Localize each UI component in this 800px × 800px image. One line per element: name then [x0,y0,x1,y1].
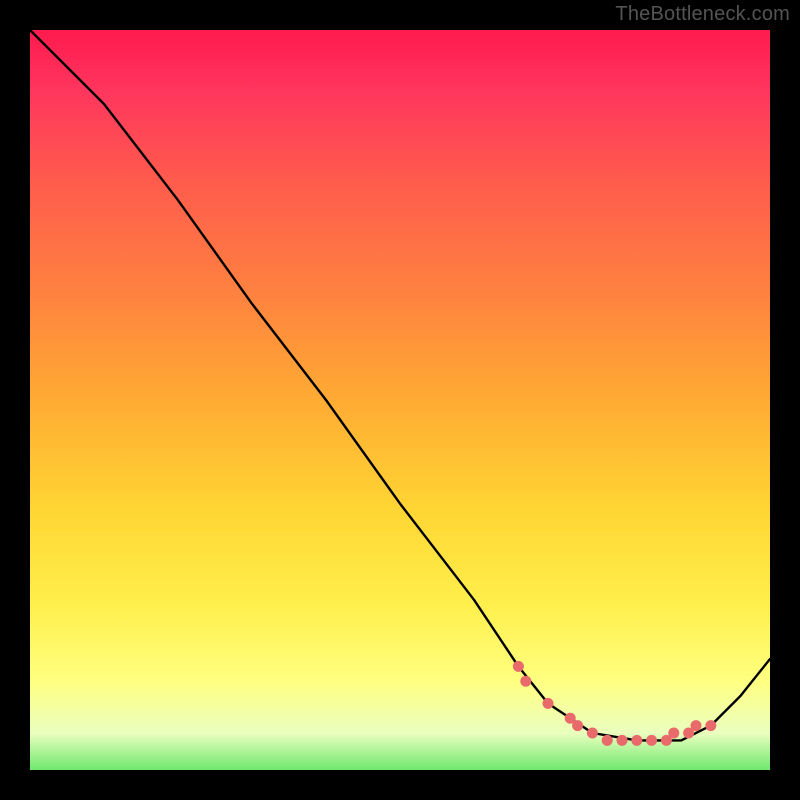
marker-dot [646,735,657,746]
marker-dot [513,661,524,672]
chart-svg [30,30,770,770]
highlight-markers [513,661,716,746]
chart-frame: TheBottleneck.com [0,0,800,800]
watermark-text: TheBottleneck.com [615,3,790,26]
marker-dot [691,720,702,731]
marker-dot [631,735,642,746]
marker-dot [587,728,598,739]
marker-dot [543,698,554,709]
marker-dot [572,720,583,731]
marker-dot [668,728,679,739]
marker-dot [520,676,531,687]
curve-line [30,30,770,740]
marker-dot [602,735,613,746]
marker-dot [617,735,628,746]
marker-dot [705,720,716,731]
plot-area [30,30,770,770]
